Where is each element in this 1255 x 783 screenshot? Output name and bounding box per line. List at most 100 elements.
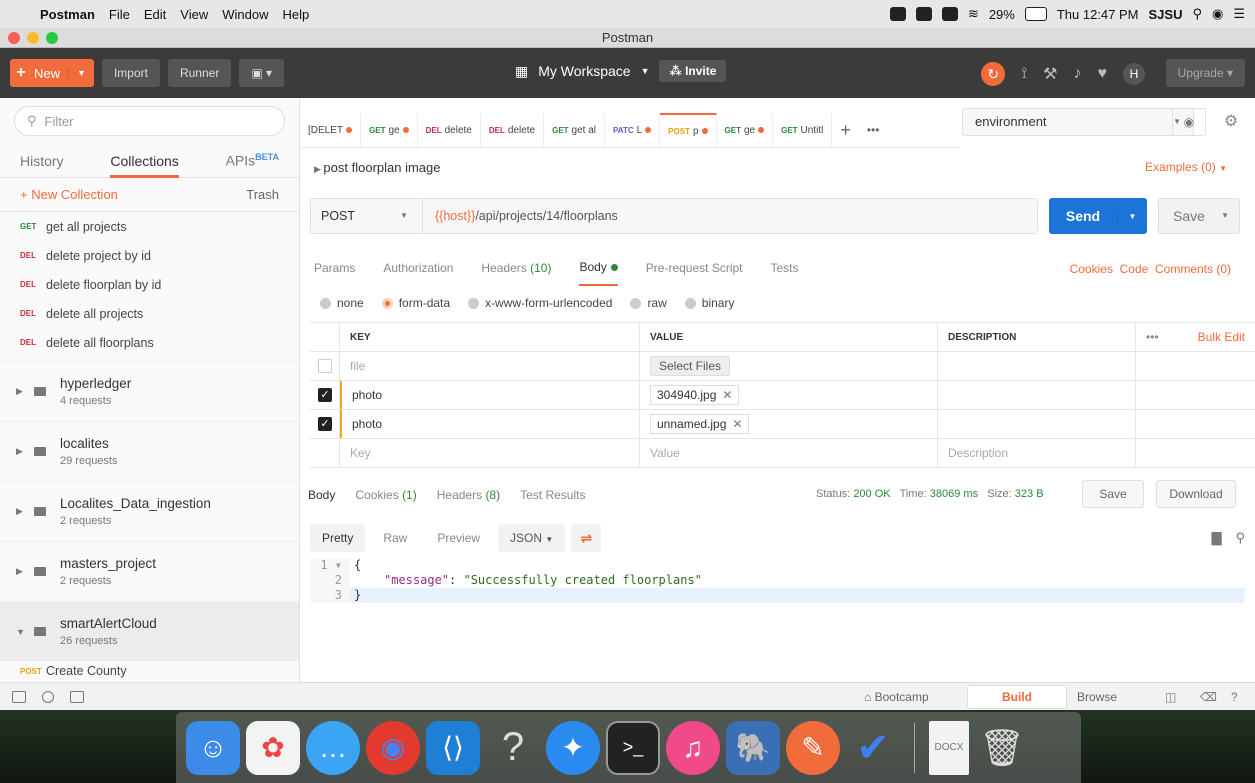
radio-binary[interactable]: binary [684,296,734,310]
menu-window[interactable]: Window [222,7,268,22]
wrench-icon[interactable]: ⚒ [1043,64,1057,84]
description-placeholder[interactable]: Description [938,439,1136,467]
sidebar-request[interactable]: DEL delete floorplan by id [0,270,299,299]
pgadmin-icon[interactable]: 🐘 [726,720,780,775]
console-icon[interactable] [70,690,84,703]
comments-link[interactable]: Comments (0) [1155,262,1231,276]
value-cell[interactable]: Select Files [640,352,938,380]
tab-headers[interactable]: Headers (10) [481,251,551,285]
radio-raw[interactable]: raw [630,296,667,310]
tab-prerequest-script[interactable]: Pre-request Script [646,251,743,285]
value-placeholder[interactable]: Value [640,439,938,467]
upgrade-button[interactable]: Upgrade ▾ [1165,59,1245,87]
url-input[interactable]: {{host}}/api/projects/14/floorplans [423,209,618,223]
trash-icon[interactable]: ⌫ [1200,690,1217,704]
tray-app-icon-2[interactable] [941,7,958,21]
tray-app-icon[interactable] [915,7,932,21]
row-checkbox-checked[interactable]: ✓ [318,417,332,431]
remove-file-icon[interactable]: ✕ [732,417,742,431]
row-checkbox-checked[interactable]: ✓ [318,388,332,402]
trash-button[interactable]: Trash [246,187,279,202]
wifi-icon[interactable]: ≋ [968,6,979,22]
tab-body[interactable]: Body [579,250,618,286]
search-icon[interactable]: ⚲ [1235,530,1245,546]
terminal-icon[interactable]: >_ [606,720,660,775]
build-mode-button[interactable]: Build [967,685,1067,709]
photos-icon[interactable]: ✿ [246,720,300,775]
save-button[interactable]: Save ▼ [1158,198,1240,234]
chevron-down-icon[interactable]: ▼ [68,68,94,78]
notification-center-icon[interactable]: ☰ [1233,6,1245,22]
sidebar-request[interactable]: DEL delete project by id [0,241,299,270]
workspace-switcher[interactable]: ▦ My Workspace ▼ ⁂ Invite [515,60,727,82]
tab-params[interactable]: Params [314,251,355,285]
bulk-edit-link[interactable]: Bulk Edit [1198,330,1245,344]
tab-response-body[interactable]: Body [308,488,335,502]
tab-authorization[interactable]: Authorization [383,251,453,285]
chrome-icon[interactable]: ◉ [366,720,420,775]
copy-icon[interactable]: ▇ [1211,530,1221,546]
row-checkbox[interactable] [318,359,332,373]
request-tab[interactable]: GET Untitl [773,113,833,147]
runner-button[interactable]: Runner [167,59,232,87]
new-button[interactable]: + New ▼ [10,59,94,87]
select-files-button[interactable]: Select Files [650,356,731,376]
value-cell[interactable]: 304940.jpg ✕ [640,381,938,409]
environment-settings-button[interactable]: ⚙ [1216,108,1246,136]
docker-icon[interactable] [889,7,906,21]
docx-file-icon[interactable]: DOCX [929,720,969,775]
search-icon[interactable] [42,690,54,703]
request-tab[interactable]: DEL delete [418,113,481,147]
wrap-lines-icon[interactable]: ⇌ [571,524,602,552]
download-response-button[interactable]: Download [1156,480,1236,508]
collection-folder[interactable]: ▶ masters_project 2 requests [0,541,299,601]
bootcamp-link[interactable]: ⌂ Bootcamp [864,690,929,704]
view-raw[interactable]: Raw [371,524,419,552]
tab-tests[interactable]: Tests [771,251,799,285]
heart-icon[interactable]: ♥ [1098,65,1108,83]
import-button[interactable]: Import [101,59,160,87]
minimize-window-button[interactable] [27,32,39,44]
two-pane-icon[interactable]: ◫ [1165,690,1176,704]
request-tab[interactable]: DEL delete [481,113,545,147]
key-cell[interactable]: photo [340,410,640,438]
tab-response-cookies[interactable]: Cookies (1) [355,488,416,502]
send-button[interactable]: Send ▼ [1049,198,1147,234]
environment-quick-look-button[interactable]: ◉ [1172,108,1206,136]
vscode-icon[interactable]: ⟨⟩ [426,720,480,775]
key-placeholder[interactable]: Key [340,439,640,467]
collection-folder[interactable]: ▶ Localites_Data_ingestion 2 requests [0,481,299,541]
cookies-link[interactable]: Cookies [1070,262,1113,276]
user-name[interactable]: SJSU [1149,7,1183,22]
menu-edit[interactable]: Edit [144,7,166,22]
format-select[interactable]: JSON ▼ [498,524,566,552]
filter-input[interactable]: ⚲ Filter [14,106,285,136]
menu-view[interactable]: View [180,7,208,22]
sidebar-toggle-icon[interactable] [12,690,26,703]
sidebar-request[interactable]: GET get all projects [0,212,299,241]
tab-collections[interactable]: Collections [110,153,179,178]
chevron-down-icon[interactable]: ▼ [1221,199,1229,233]
zoom-window-button[interactable] [46,32,58,44]
unknown-app-icon[interactable]: ? [486,721,540,775]
tab-response-headers[interactable]: Headers (8) [437,488,500,502]
spotlight-icon[interactable]: ⚲ [1192,6,1202,22]
examples-dropdown[interactable]: Examples (0) ▼ [1145,160,1227,174]
browse-mode-button[interactable]: Browse [1077,690,1117,704]
request-tab-active[interactable]: POST p [660,113,717,147]
save-response-button[interactable]: Save [1082,480,1144,508]
sync-icon[interactable]: ↻ [981,62,1006,86]
description-cell[interactable] [938,352,1136,380]
help-icon[interactable]: ? [1231,690,1238,704]
menu-help[interactable]: Help [282,7,309,22]
bell-icon[interactable]: ♪ [1074,65,1082,83]
tab-history[interactable]: History [20,153,64,169]
method-select[interactable]: POST ▼ [311,199,423,233]
view-preview[interactable]: Preview [425,524,492,552]
new-collection-button[interactable]: + New Collection [20,187,118,202]
menu-file[interactable]: File [109,7,130,22]
code-link[interactable]: Code [1120,262,1149,276]
sidebar-request[interactable]: POST Create County [0,661,299,681]
todo-icon[interactable]: ✔ [846,721,900,775]
collection-folder[interactable]: ▶ localites 29 requests [0,421,299,481]
